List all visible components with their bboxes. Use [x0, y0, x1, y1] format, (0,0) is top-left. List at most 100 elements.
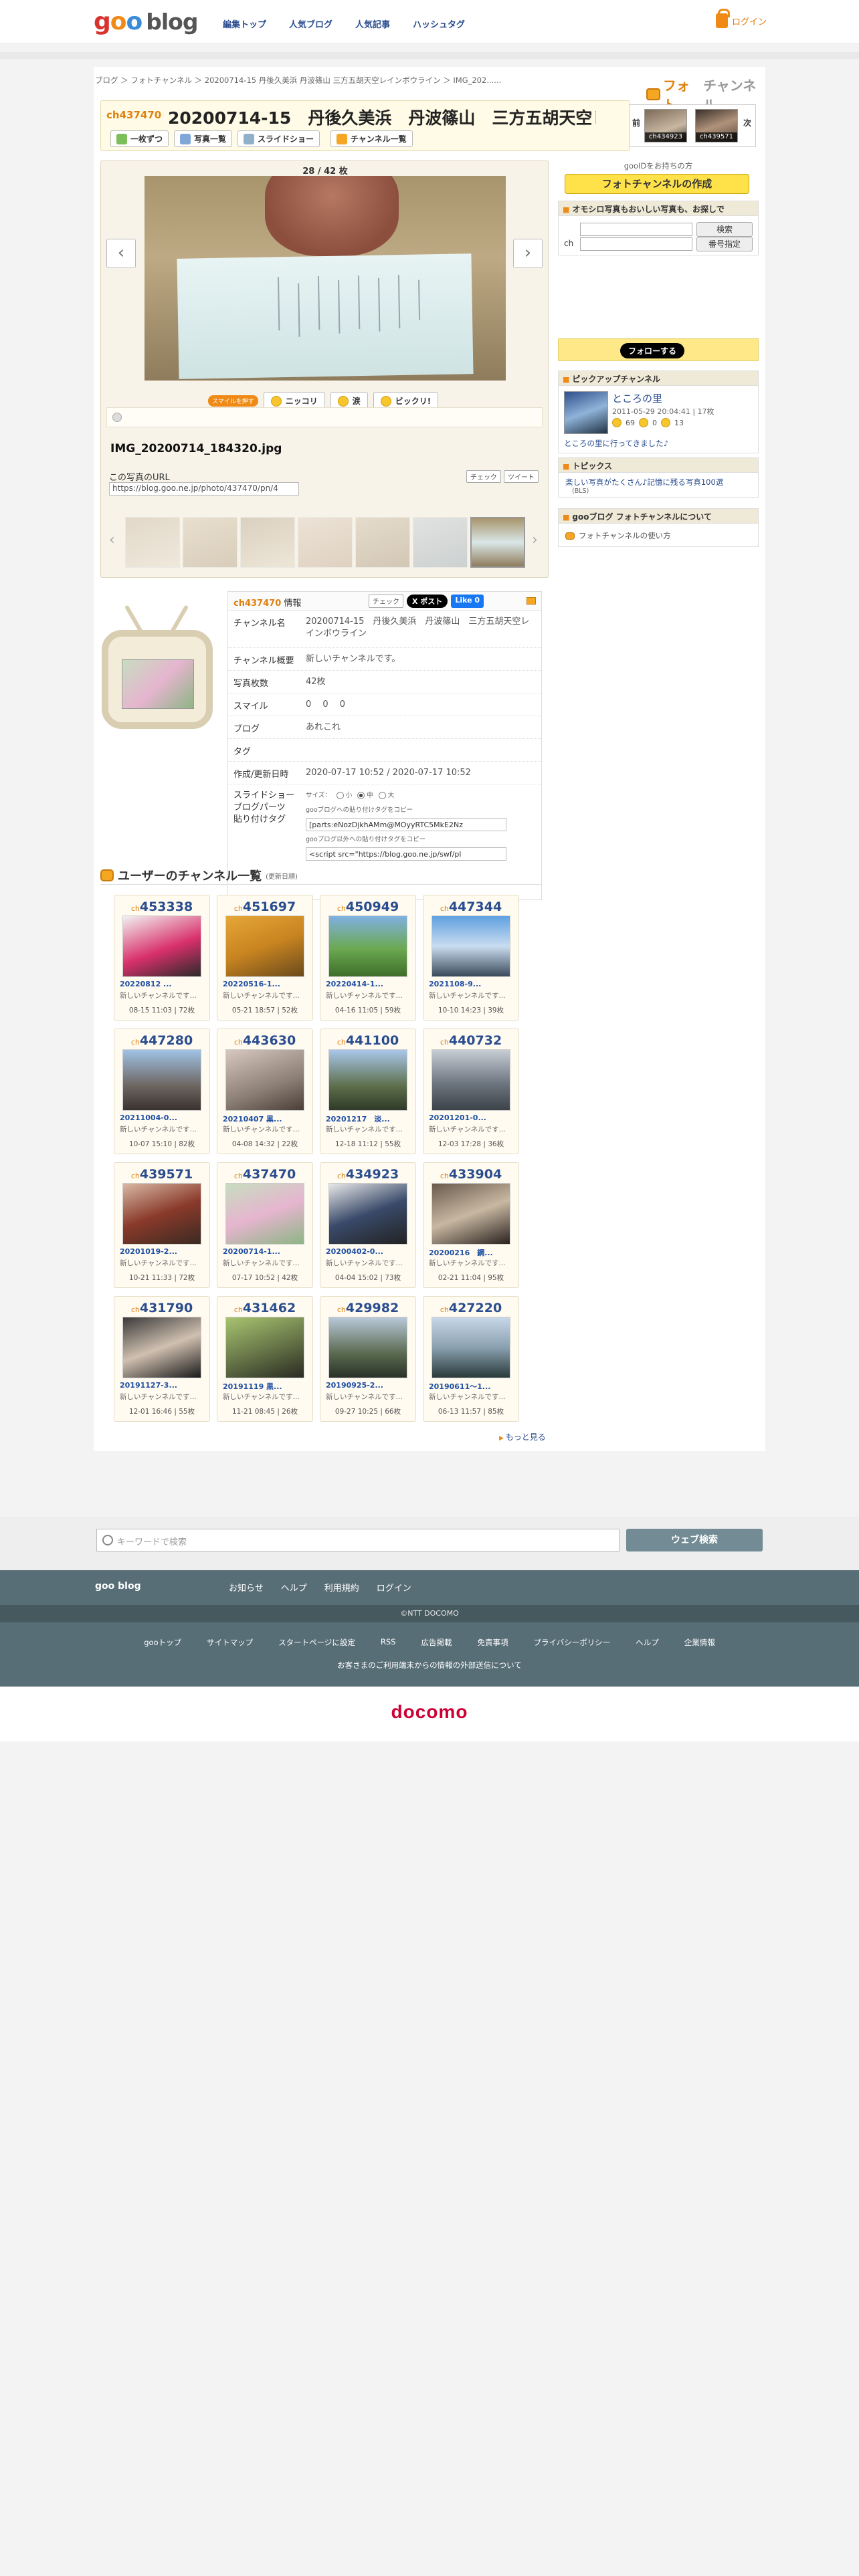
card-title[interactable]: 20220414-1...	[326, 980, 411, 988]
card-thumbnail[interactable]	[225, 1317, 304, 1378]
channel-id[interactable]: ch437470	[106, 109, 161, 121]
pickup-name[interactable]: ところの里	[612, 391, 662, 405]
card-thumbnail[interactable]	[225, 916, 304, 977]
pickup-link[interactable]: ところの里に行ってきました♪	[564, 438, 668, 449]
card-channel-id[interactable]: ch450949	[320, 899, 415, 914]
card-channel-id[interactable]: ch447280	[114, 1033, 209, 1048]
login-link[interactable]: ログイン	[716, 9, 767, 28]
channel-search-input[interactable]	[580, 223, 692, 236]
card-thumbnail[interactable]	[122, 1183, 201, 1245]
footer-secondary-link[interactable]: スタートページに設定	[278, 1637, 355, 1648]
card-thumbnail[interactable]	[432, 1183, 510, 1245]
card-title[interactable]: 20220516-1...	[223, 980, 308, 988]
channel-card[interactable]: ch450949 20220414-1... 新しいチャンネルです... 04-16 …	[320, 895, 416, 1021]
web-search-button[interactable]: ウェブ検索	[626, 1529, 763, 1551]
breadcrumb-date[interactable]: 20200714-15	[205, 76, 256, 85]
channel-card[interactable]: ch441100 20201217 淡... 新しいチャンネルです... 12-18 …	[320, 1029, 416, 1154]
card-title[interactable]: 20201217 淡...	[326, 1113, 411, 1124]
card-thumbnail[interactable]	[432, 1317, 510, 1378]
prev-channel-thumb[interactable]: ch434923	[644, 109, 687, 142]
card-thumbnail[interactable]	[432, 1049, 510, 1111]
info-blog-link[interactable]: あれこれ	[306, 722, 536, 734]
card-channel-id[interactable]: ch431790	[114, 1301, 209, 1315]
about-link[interactable]: フォトチャンネルの使い方	[579, 530, 671, 541]
pickup-thumbnail[interactable]	[564, 391, 608, 434]
card-thumbnail[interactable]	[122, 1317, 201, 1378]
size-radio-large[interactable]	[378, 792, 386, 799]
create-channel-button[interactable]: フォトチャンネルの作成	[565, 174, 749, 194]
card-title[interactable]: 20210407 黒...	[223, 1113, 308, 1124]
card-channel-id[interactable]: ch443630	[217, 1033, 312, 1048]
breadcrumb-kumihama[interactable]: 丹後久美浜	[259, 76, 298, 85]
channel-card[interactable]: ch451697 20220516-1... 新しいチャンネルです... 05-21 …	[217, 895, 313, 1021]
breadcrumb-rainbowline[interactable]: 三方五胡天空レインボウライン	[333, 76, 441, 85]
mail-icon[interactable]	[527, 597, 536, 605]
card-channel-id[interactable]: ch434923	[320, 1167, 415, 1182]
tweet-button[interactable]: ツイート	[504, 470, 539, 483]
card-title[interactable]: 20211004-0...	[120, 1113, 205, 1122]
card-title[interactable]: 20200714-1...	[223, 1247, 308, 1256]
card-channel-id[interactable]: ch447344	[423, 899, 518, 914]
card-title[interactable]: 20201201-0...	[429, 1113, 514, 1122]
size-radio-medium[interactable]	[357, 792, 365, 799]
card-channel-id[interactable]: ch437470	[217, 1167, 312, 1182]
other-tag-field[interactable]: <script src="https://blog.goo.ne.jp/swf/…	[306, 847, 506, 861]
thumbnail[interactable]	[125, 517, 180, 568]
channel-card[interactable]: ch453338 20220812 ... 新しいチャンネルです... 08-15 1…	[114, 895, 210, 1021]
card-thumbnail[interactable]	[328, 1049, 407, 1111]
card-channel-id[interactable]: ch433904	[423, 1167, 518, 1182]
prev-photo-button[interactable]: ‹	[106, 239, 136, 268]
next-photo-button[interactable]: ›	[513, 239, 543, 268]
nav-hashtag[interactable]: ハッシュタグ	[413, 17, 465, 30]
more-link[interactable]: もっと見る	[499, 1431, 546, 1442]
card-title[interactable]: 20191119 黒...	[223, 1381, 308, 1392]
thumbnail-current[interactable]	[470, 517, 525, 568]
next-channel-thumb[interactable]: ch439571	[695, 109, 738, 142]
channel-card[interactable]: ch443630 20210407 黒... 新しいチャンネルです... 04-08 …	[217, 1029, 313, 1154]
card-channel-id[interactable]: ch440732	[423, 1033, 518, 1048]
card-thumbnail[interactable]	[225, 1049, 304, 1111]
channel-card[interactable]: ch433904 20200216 鋼... 新しいチャンネルです... 02-21 …	[423, 1162, 519, 1288]
breadcrumb-sasayama[interactable]: 丹波篠山	[300, 76, 330, 85]
thumbnail[interactable]	[183, 517, 237, 568]
footer-secondary-link[interactable]: ヘルプ	[636, 1637, 659, 1648]
card-thumbnail[interactable]	[225, 1183, 304, 1245]
x-follow-button[interactable]: フォローする	[620, 343, 685, 358]
card-thumbnail[interactable]	[328, 1317, 407, 1378]
card-channel-id[interactable]: ch451697	[217, 899, 312, 914]
card-thumbnail[interactable]	[432, 916, 510, 977]
x-post-button[interactable]: X ポスト	[407, 595, 448, 608]
nav-edit-top[interactable]: 編集トップ	[223, 17, 266, 30]
footer-help[interactable]: ヘルプ	[281, 1581, 307, 1594]
size-radio-small[interactable]	[336, 792, 344, 799]
topic-item[interactable]: 楽しい写真がたくさん♪記憶に残る写真100選 (BLS)	[565, 477, 723, 495]
channel-number-button[interactable]: 番号指定	[696, 237, 753, 251]
goo-tag-field[interactable]: [parts:eNozDjkhAMm@MOyyRTC5MkE2Nz	[306, 818, 506, 831]
breadcrumb-blog[interactable]: ブログ	[95, 76, 118, 85]
facebook-like-button[interactable]: Like 0	[451, 595, 484, 608]
card-thumbnail[interactable]	[122, 916, 201, 977]
channel-card[interactable]: ch440732 20201201-0... 新しいチャンネルです... 12-03 …	[423, 1029, 519, 1154]
channel-card[interactable]: ch437470 20200714-1... 新しいチャンネルです... 07-17 …	[217, 1162, 313, 1288]
photo-url-field[interactable]: https://blog.goo.ne.jp/photo/437470/pn/4	[109, 482, 299, 496]
card-channel-id[interactable]: ch427220	[423, 1301, 518, 1315]
channel-card[interactable]: ch434923 20200402-0... 新しいチャンネルです... 04-04 …	[320, 1162, 416, 1288]
channel-card[interactable]: ch429982 20190925-2... 新しいチャンネルです... 09-27 …	[320, 1296, 416, 1422]
footer-secondary-link[interactable]: 企業情報	[684, 1637, 715, 1648]
thumbnail[interactable]	[355, 517, 410, 568]
card-title[interactable]: 20191127-3...	[120, 1381, 205, 1390]
nav-popular-article[interactable]: 人気記事	[355, 17, 390, 30]
card-channel-id[interactable]: ch453338	[114, 899, 209, 914]
check-button[interactable]: チェック	[466, 470, 501, 483]
thumbnail[interactable]	[298, 517, 353, 568]
footer-news[interactable]: お知らせ	[229, 1581, 264, 1594]
tab-list[interactable]: 写真一覧	[174, 130, 233, 147]
footer-secondary-link[interactable]: プライバシーポリシー	[533, 1637, 610, 1648]
card-thumbnail[interactable]	[328, 916, 407, 977]
channel-number-input[interactable]	[580, 237, 692, 251]
footer-external-note[interactable]: お客さまのご利用端末からの情報の外部送信について	[0, 1660, 859, 1671]
goo-blog-logo[interactable]: goo blog	[94, 8, 198, 35]
footer-brand[interactable]: goo blog	[95, 1581, 141, 1592]
card-channel-id[interactable]: ch431462	[217, 1301, 312, 1315]
card-title[interactable]: 20190925-2...	[326, 1381, 411, 1390]
